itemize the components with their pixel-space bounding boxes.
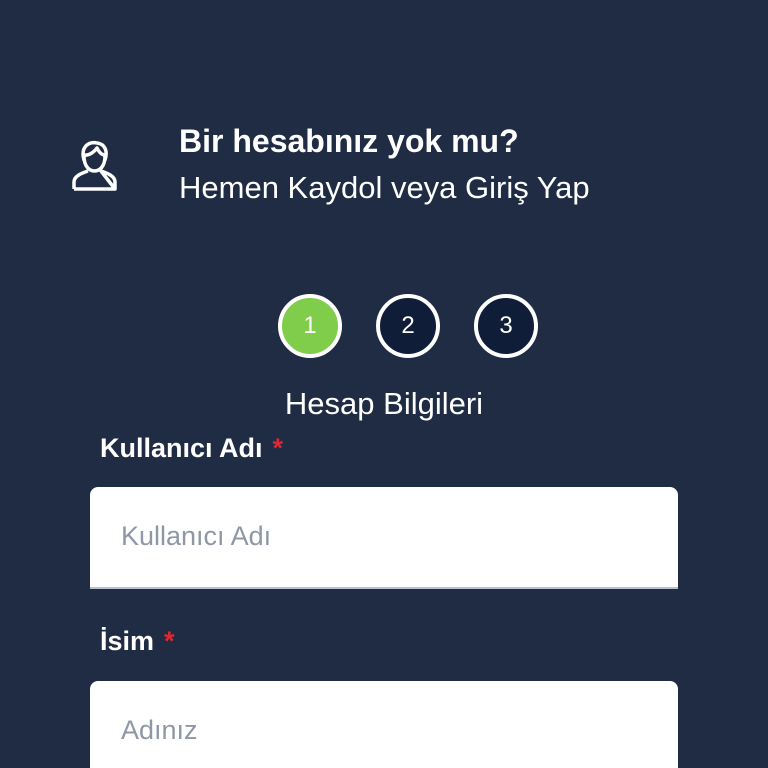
name-label: İsim * bbox=[100, 624, 175, 658]
username-label: Kullanıcı Adı * bbox=[100, 431, 283, 465]
username-label-text: Kullanıcı Adı bbox=[100, 433, 263, 463]
name-input[interactable] bbox=[121, 681, 661, 768]
name-field[interactable] bbox=[90, 681, 678, 768]
header-subtitle: Hemen Kaydol veya Giriş Yap bbox=[179, 170, 590, 205]
step-1-indicator: 1 bbox=[278, 294, 342, 358]
name-label-text: İsim bbox=[100, 626, 155, 656]
required-indicator: * bbox=[164, 626, 175, 656]
step-title: Hesap Bilgileri bbox=[284, 386, 484, 421]
required-indicator: * bbox=[272, 433, 284, 463]
signup-page: Bir hesabınız yok mu? Hemen Kaydol veya … bbox=[0, 0, 768, 768]
step-2-indicator: 2 bbox=[376, 294, 440, 358]
username-input[interactable] bbox=[121, 487, 661, 585]
user-icon bbox=[72, 140, 117, 191]
username-field[interactable] bbox=[90, 487, 678, 589]
step-3-indicator: 3 bbox=[474, 294, 538, 358]
header-title: Bir hesabınız yok mu? bbox=[179, 123, 519, 159]
